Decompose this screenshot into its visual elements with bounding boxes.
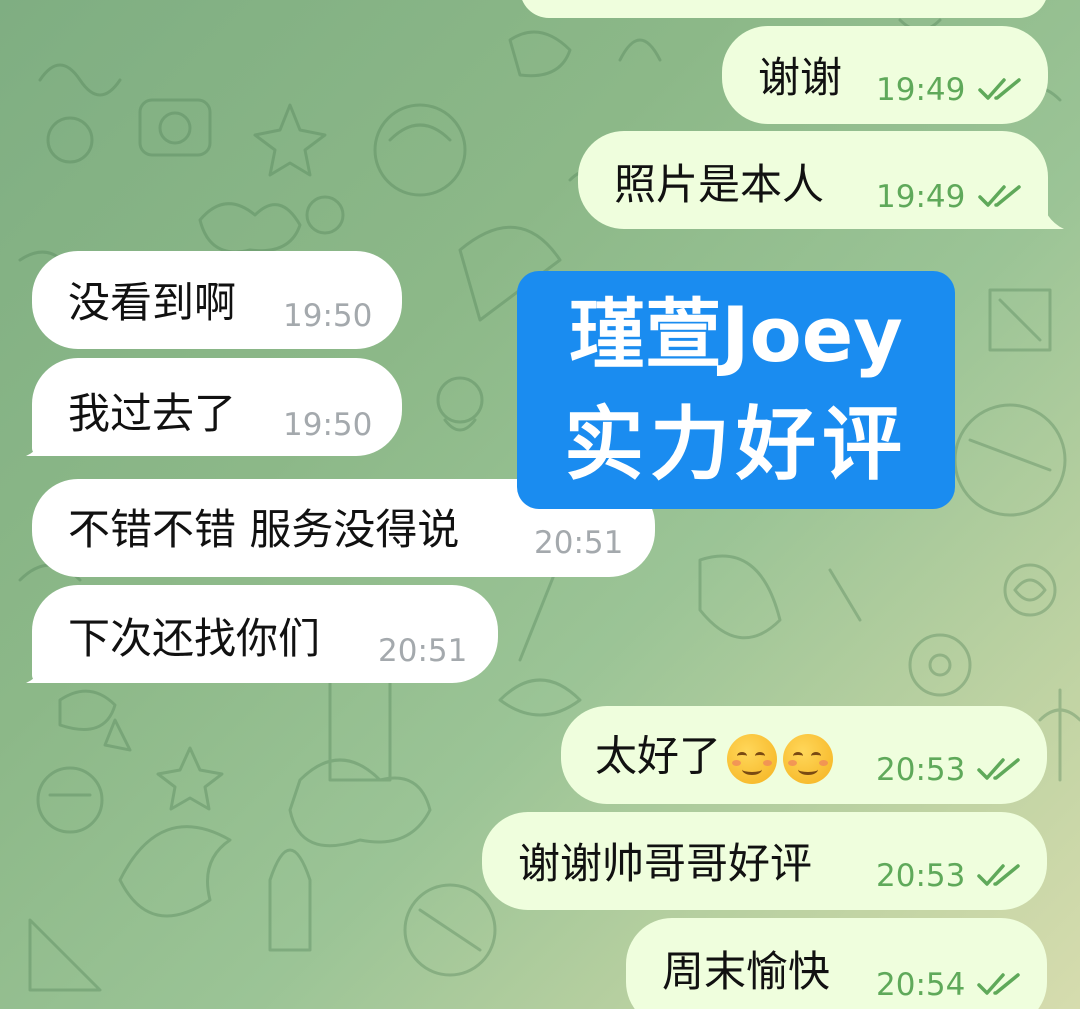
message-text: 谢谢 <box>758 53 843 102</box>
message-time: 19:50 <box>283 407 373 443</box>
message-time: 20:51 <box>534 525 624 561</box>
watermark-badge: 瑾萱Joey 实力好评 <box>517 271 955 509</box>
bubble-tail <box>26 644 52 683</box>
message-time: 20:53 <box>876 752 966 788</box>
incoming-message[interactable]: 没看到啊 19:50 <box>32 251 402 349</box>
message-time: 19:50 <box>283 298 373 334</box>
message-time: 19:49 <box>876 179 966 215</box>
message-text: 没看到啊 <box>68 278 237 327</box>
smiling-face-emoji <box>783 734 834 784</box>
message-text-content: 太好了 <box>595 731 722 781</box>
double-check-icon <box>977 758 1020 780</box>
outgoing-message[interactable]: 周末愉快 20:54 <box>626 918 1047 1009</box>
incoming-message[interactable]: 下次还找你们 20:51 <box>32 585 498 683</box>
double-check-icon <box>978 78 1021 100</box>
message-text: 不错不错 服务没得说 <box>68 505 460 554</box>
bubble-tail <box>1038 190 1064 229</box>
double-check-icon <box>977 973 1020 995</box>
outgoing-message[interactable]: 照片是本人 19:49 <box>578 131 1048 229</box>
outgoing-message[interactable]: 谢谢 19:49 <box>722 26 1048 124</box>
badge-subtitle: 实力好评 <box>564 398 908 491</box>
message-bubble-partial <box>520 0 1048 18</box>
message-time: 20:53 <box>876 858 966 894</box>
smiling-face-emoji <box>727 734 778 784</box>
message-time: 20:51 <box>378 633 468 669</box>
badge-title: 瑾萱Joey <box>569 290 903 379</box>
message-time: 19:49 <box>876 72 966 108</box>
message-text: 谢谢帅哥哥好评 <box>518 839 813 888</box>
double-check-icon <box>978 185 1021 207</box>
message-text: 周末愉快 <box>662 947 831 996</box>
incoming-message[interactable]: 我过去了 19:50 <box>32 358 402 456</box>
message-text: 我过去了 <box>68 389 237 438</box>
outgoing-message[interactable]: 谢谢帅哥哥好评 20:53 <box>482 812 1047 910</box>
message-time: 20:54 <box>876 967 966 1003</box>
message-text: 太好了 <box>595 731 834 784</box>
message-text: 照片是本人 <box>614 160 825 209</box>
double-check-icon <box>977 864 1020 886</box>
bubble-tail <box>26 417 52 456</box>
message-text: 下次还找你们 <box>68 614 321 663</box>
chat-background: 谢谢 19:49 照片是本人 19:49 没看到啊 19:50 我过去了 19:… <box>0 0 1080 1009</box>
outgoing-message[interactable]: 太好了 20:53 <box>561 706 1047 804</box>
